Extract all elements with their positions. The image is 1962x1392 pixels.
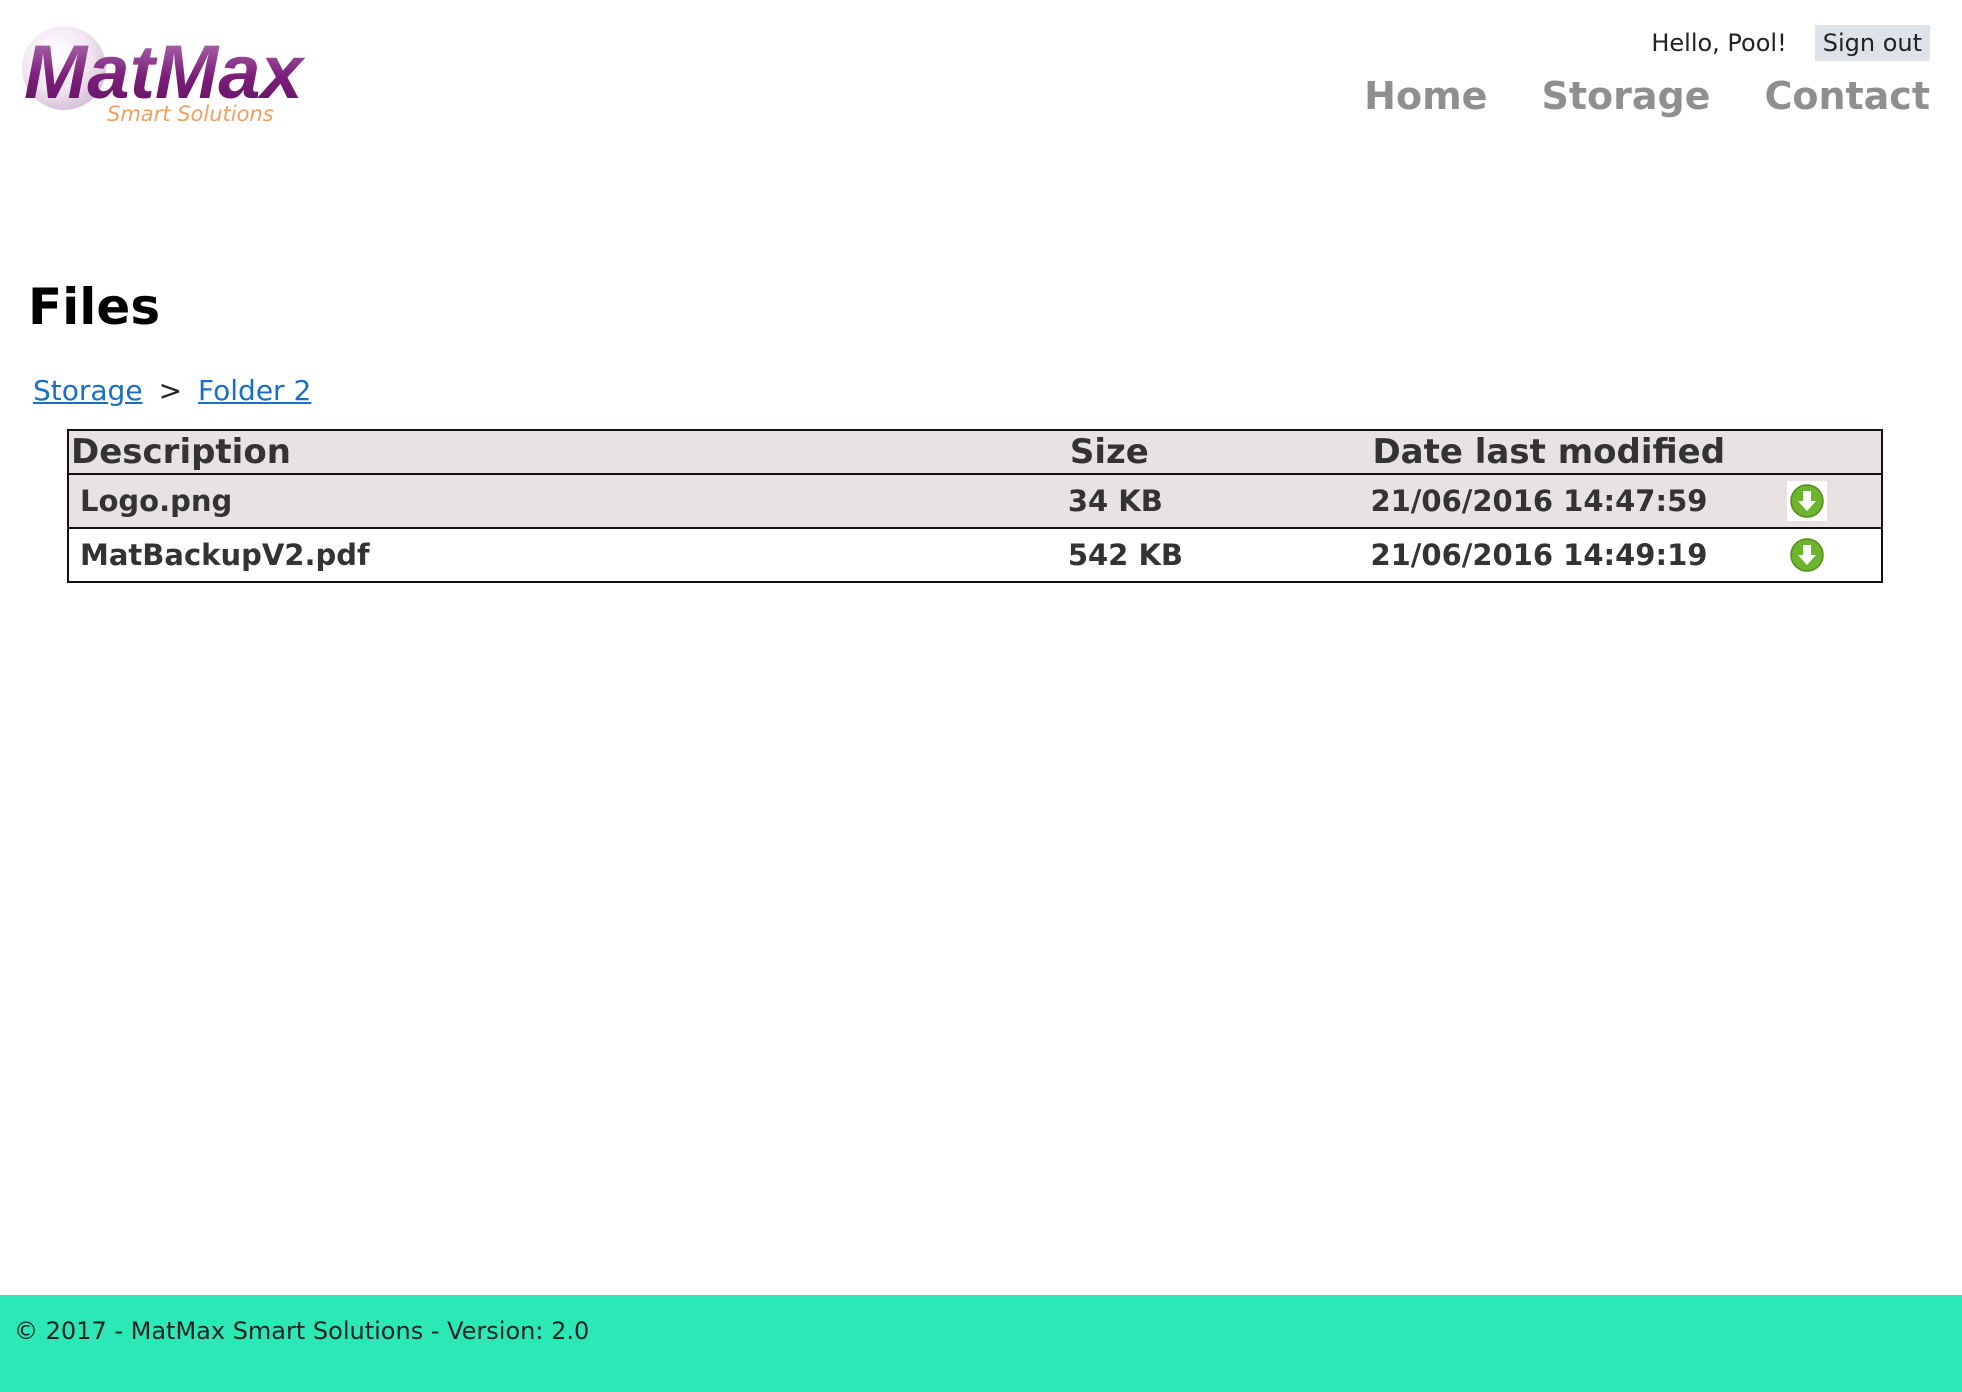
files-table: Description Size Date last modified Logo… bbox=[67, 429, 1883, 583]
file-description: Logo.png bbox=[68, 473, 1068, 528]
breadcrumb-folder-link[interactable]: Folder 2 bbox=[198, 374, 311, 407]
breadcrumb-separator: > bbox=[158, 374, 183, 407]
main-nav: Home Storage Contact bbox=[1364, 74, 1930, 118]
file-description: MatBackupV2.pdf bbox=[68, 527, 1068, 582]
file-action-cell bbox=[1785, 527, 1882, 582]
file-size: 542 KB bbox=[1067, 527, 1371, 582]
nav-home[interactable]: Home bbox=[1364, 74, 1487, 118]
file-size: 34 KB bbox=[1067, 473, 1371, 528]
page-title: Files bbox=[28, 278, 161, 336]
file-modified: 21/06/2016 14:49:19 bbox=[1370, 527, 1786, 582]
table-row: Logo.png 34 KB 21/06/2016 14:47:59 bbox=[68, 473, 1882, 528]
greeting: Hello, Pool! bbox=[1651, 29, 1787, 57]
breadcrumb: Storage > Folder 2 bbox=[33, 374, 311, 407]
footer: © 2017 - MatMax Smart Solutions - Versio… bbox=[0, 1295, 1962, 1392]
column-header-date: Date last modified bbox=[1370, 430, 1786, 475]
download-icon[interactable] bbox=[1787, 535, 1828, 575]
nav-contact[interactable]: Contact bbox=[1764, 74, 1930, 118]
file-action-cell bbox=[1785, 473, 1882, 528]
file-modified: 21/06/2016 14:47:59 bbox=[1370, 473, 1786, 528]
download-icon[interactable] bbox=[1787, 481, 1828, 521]
breadcrumb-storage-link[interactable]: Storage bbox=[33, 374, 143, 407]
column-header-action bbox=[1785, 430, 1882, 475]
logo[interactable]: MatMax Smart Solutions bbox=[20, 24, 375, 130]
column-header-size: Size bbox=[1067, 430, 1371, 475]
column-header-description: Description bbox=[68, 430, 1068, 475]
logo-tagline: Smart Solutions bbox=[107, 102, 274, 126]
table-row: MatBackupV2.pdf 542 KB 21/06/2016 14:49:… bbox=[68, 527, 1882, 582]
user-area: Hello, Pool! Sign out bbox=[1651, 24, 1930, 62]
sign-out-button[interactable]: Sign out bbox=[1814, 25, 1930, 61]
nav-storage[interactable]: Storage bbox=[1541, 74, 1710, 118]
table-header-row: Description Size Date last modified bbox=[68, 430, 1882, 475]
footer-copyright: © 2017 - MatMax Smart Solutions - Versio… bbox=[14, 1317, 590, 1345]
